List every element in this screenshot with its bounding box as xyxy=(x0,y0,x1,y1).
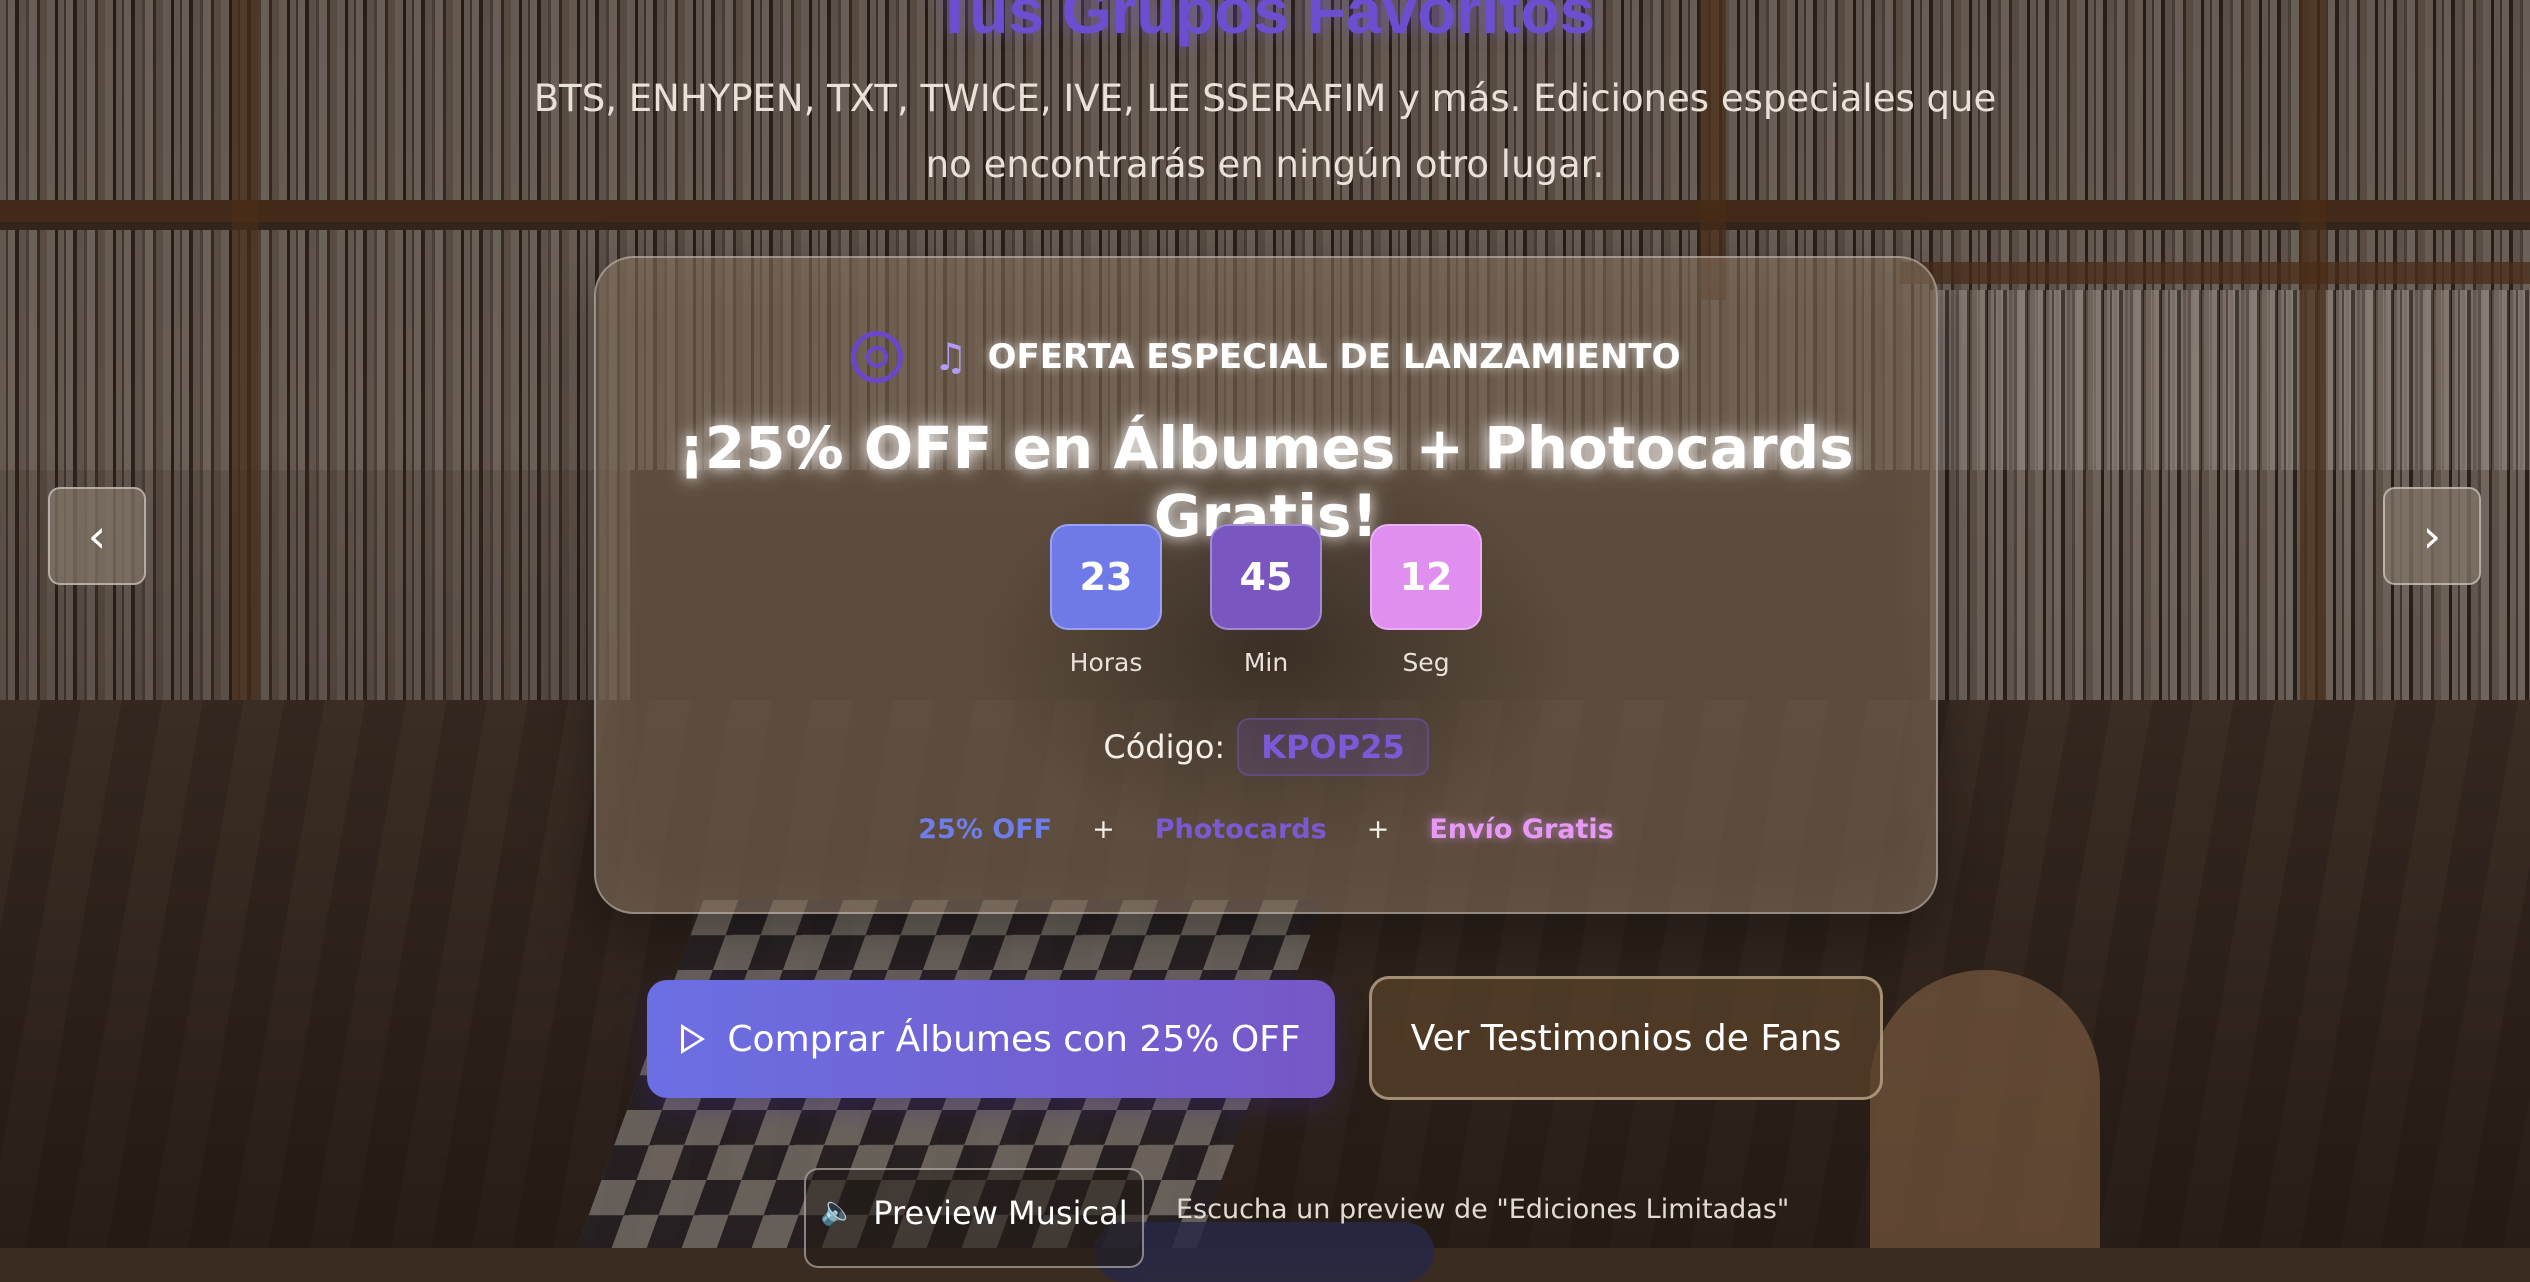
promo-perks: 25% OFF + Photocards + Envío Gratis xyxy=(596,814,1936,845)
perk-photocards: Photocards xyxy=(1154,814,1327,845)
carousel-prev-button[interactable]: ‹ xyxy=(48,487,146,585)
promo-tag-label: OFERTA ESPECIAL DE LANZAMIENTO xyxy=(987,337,1681,377)
countdown-seconds-label: Seg xyxy=(1402,648,1450,677)
countdown-minutes-value: 45 xyxy=(1210,524,1322,630)
coupon-code-label: Código: xyxy=(1103,728,1226,766)
chevron-right-icon: › xyxy=(2422,509,2442,563)
fan-testimonials-label: Ver Testimonios de Fans xyxy=(1410,1017,1842,1059)
chevron-left-icon: ‹ xyxy=(87,509,107,563)
play-icon xyxy=(681,1024,706,1054)
countdown-hours-label: Horas xyxy=(1069,648,1143,677)
preview-musical-label: Preview Musical xyxy=(873,1194,1128,1232)
buy-albums-label: Comprar Álbumes con 25% OFF xyxy=(727,1018,1301,1060)
speaker-icon: 🔈 xyxy=(820,1194,856,1227)
promo-tag: ♫ OFERTA ESPECIAL DE LANZAMIENTO xyxy=(596,326,1936,388)
countdown-hours: 23 Horas xyxy=(1050,524,1162,677)
countdown-seconds: 12 Seg xyxy=(1370,524,1482,677)
music-player-bar[interactable] xyxy=(1094,1222,1434,1282)
preview-musical-button[interactable]: 🔈 Preview Musical xyxy=(804,1168,1144,1268)
coupon-code-chip[interactable]: KPOP25 xyxy=(1237,718,1429,776)
promo-card: ♫ OFERTA ESPECIAL DE LANZAMIENTO ¡25% OF… xyxy=(594,256,1938,914)
buy-albums-button[interactable]: Comprar Álbumes con 25% OFF xyxy=(647,980,1335,1098)
perk-discount: 25% OFF xyxy=(918,814,1053,845)
countdown-minutes-label: Min xyxy=(1243,648,1289,677)
perk-plus: + xyxy=(1092,814,1115,845)
music-note-icon: ♫ xyxy=(933,335,968,379)
hero-title: Tus Grupos Favoritos xyxy=(934,0,1596,47)
carousel-next-button[interactable]: › xyxy=(2383,487,2481,585)
coupon-code-row: Código: KPOP25 xyxy=(596,718,1936,776)
perk-free-shipping: Envío Gratis xyxy=(1429,814,1614,845)
disc-icon xyxy=(851,331,904,383)
fan-testimonials-button[interactable]: Ver Testimonios de Fans xyxy=(1369,976,1883,1100)
perk-plus: + xyxy=(1366,814,1390,845)
countdown-minutes: 45 Min xyxy=(1210,524,1322,677)
countdown-timer: 23 Horas 45 Min 12 Seg xyxy=(596,524,1936,677)
countdown-seconds-value: 12 xyxy=(1370,524,1482,630)
countdown-hours-value: 23 xyxy=(1050,524,1162,630)
hero-subtitle: BTS, ENHYPEN, TXT, TWICE, IVE, LE SSERAF… xyxy=(533,77,1997,186)
preview-caption: Escucha un preview de "Ediciones Limitad… xyxy=(1176,1194,1790,1225)
